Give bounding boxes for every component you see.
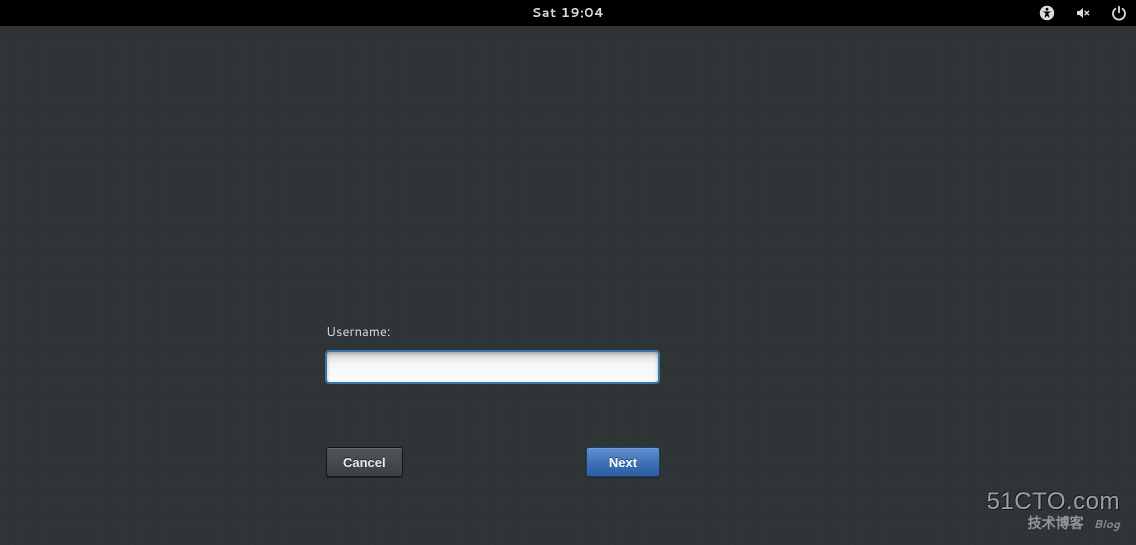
watermark: 51CTO.com 技术博客 Blog bbox=[987, 489, 1120, 531]
watermark-tag: Blog bbox=[1094, 518, 1120, 530]
next-button[interactable]: Next bbox=[586, 447, 660, 477]
accessibility-icon[interactable] bbox=[1038, 4, 1056, 22]
watermark-subtitle: 技术博客 bbox=[1028, 516, 1084, 531]
cancel-button[interactable]: Cancel bbox=[326, 447, 403, 477]
login-form: Username: bbox=[326, 323, 666, 383]
top-bar: Sat 19:04 bbox=[0, 0, 1136, 26]
volume-muted-icon[interactable] bbox=[1074, 4, 1092, 22]
username-label: Username: bbox=[326, 323, 666, 341]
clock-label: Sat 19:04 bbox=[532, 4, 605, 22]
power-icon[interactable] bbox=[1110, 4, 1128, 22]
system-tray bbox=[1038, 0, 1128, 26]
watermark-domain: 51CTO.com bbox=[987, 489, 1120, 515]
username-input[interactable] bbox=[326, 351, 659, 383]
button-row: Cancel Next bbox=[326, 447, 660, 477]
